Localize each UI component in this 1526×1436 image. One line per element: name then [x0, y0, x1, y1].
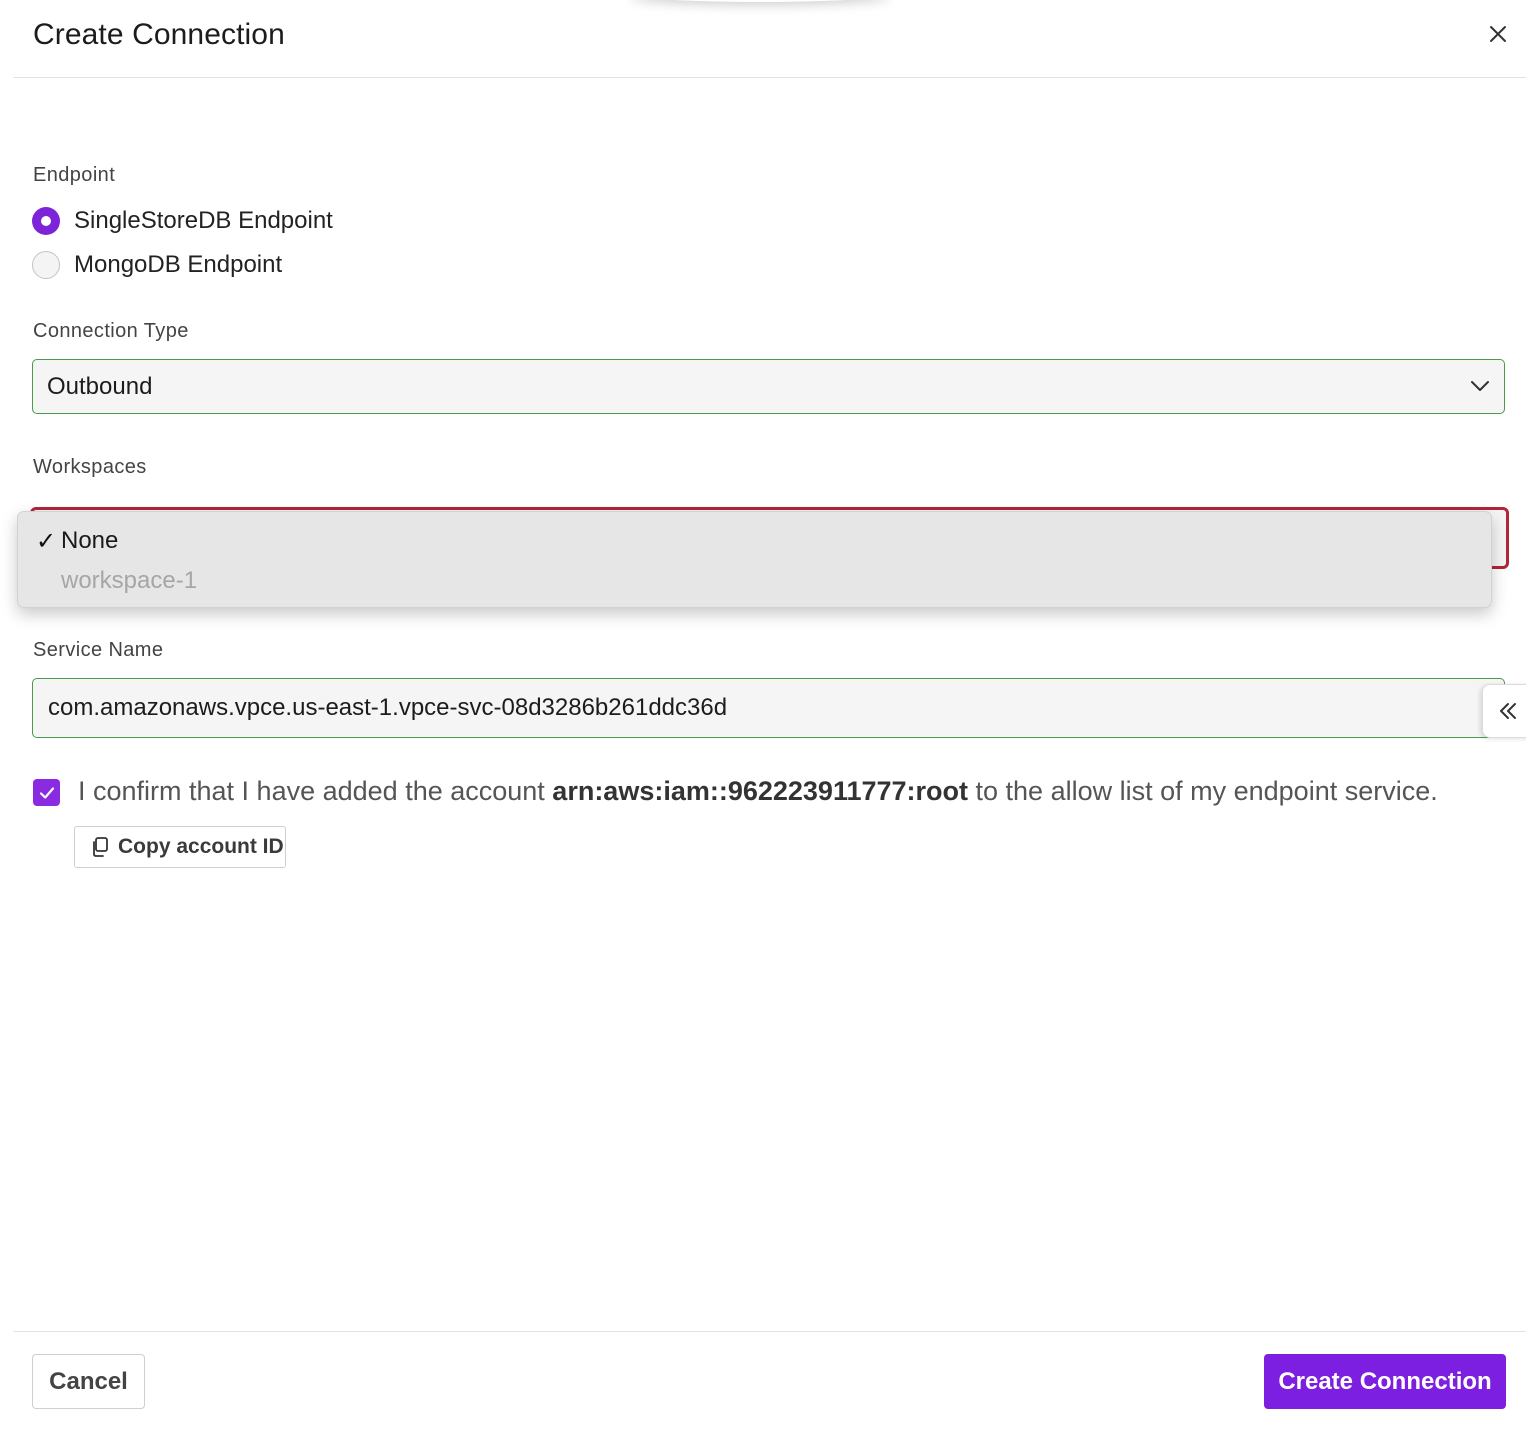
cancel-button[interactable]: Cancel: [32, 1354, 145, 1409]
radio-singlestoredb-endpoint[interactable]: SingleStoreDB Endpoint: [32, 206, 333, 236]
radio-mongodb-endpoint[interactable]: MongoDB Endpoint: [32, 250, 282, 280]
header-divider: [13, 77, 1526, 78]
copy-account-id-button[interactable]: Copy account ID: [74, 826, 286, 868]
account-arn: arn:aws:iam::962223911777:root: [552, 776, 969, 806]
radio-button-checked[interactable]: [32, 207, 60, 235]
workspaces-dropdown-menu: ✓ None workspace-1: [17, 511, 1492, 608]
confirm-text-before: I confirm that I have added the account: [78, 776, 553, 806]
create-connection-button[interactable]: Create Connection: [1264, 1354, 1506, 1409]
option-label: workspace-1: [61, 567, 198, 594]
confirm-text-after: to the allow list of my endpoint service…: [968, 776, 1438, 806]
double-chevron-left-icon: [1499, 703, 1516, 719]
check-icon: [39, 786, 54, 799]
copy-icon: [93, 837, 108, 857]
workspaces-label: Workspaces: [33, 456, 147, 478]
radio-button-unchecked[interactable]: [32, 251, 60, 279]
option-label: None: [61, 527, 119, 554]
connection-type-value: Outbound: [47, 372, 153, 400]
background-element-shadow: [630, 0, 890, 2]
chevron-down-icon: [1471, 381, 1489, 391]
collapse-panel-button[interactable]: [1482, 684, 1526, 738]
dropdown-option-workspace-1: workspace-1: [18, 562, 1491, 600]
copy-button-label: Copy account ID: [118, 835, 284, 858]
close-icon: [1490, 26, 1506, 42]
confirm-checkbox[interactable]: [33, 779, 60, 806]
dropdown-option-none[interactable]: ✓ None: [18, 522, 1491, 560]
dialog-title: Create Connection: [33, 18, 285, 51]
close-button[interactable]: [1482, 18, 1514, 50]
footer-divider: [13, 1331, 1526, 1332]
checkmark-icon: ✓: [36, 527, 57, 555]
radio-label: SingleStoreDB Endpoint: [74, 207, 333, 234]
create-connection-dialog: Create Connection Endpoint SingleStoreDB…: [0, 0, 1526, 1436]
endpoint-label: Endpoint: [33, 164, 116, 186]
radio-label: MongoDB Endpoint: [74, 251, 283, 278]
confirm-text: I confirm that I have added the account …: [78, 776, 1438, 807]
service-name-label: Service Name: [33, 639, 164, 661]
connection-type-select[interactable]: Outbound: [32, 359, 1505, 414]
service-name-input[interactable]: [32, 678, 1505, 738]
connection-type-label: Connection Type: [33, 320, 189, 342]
